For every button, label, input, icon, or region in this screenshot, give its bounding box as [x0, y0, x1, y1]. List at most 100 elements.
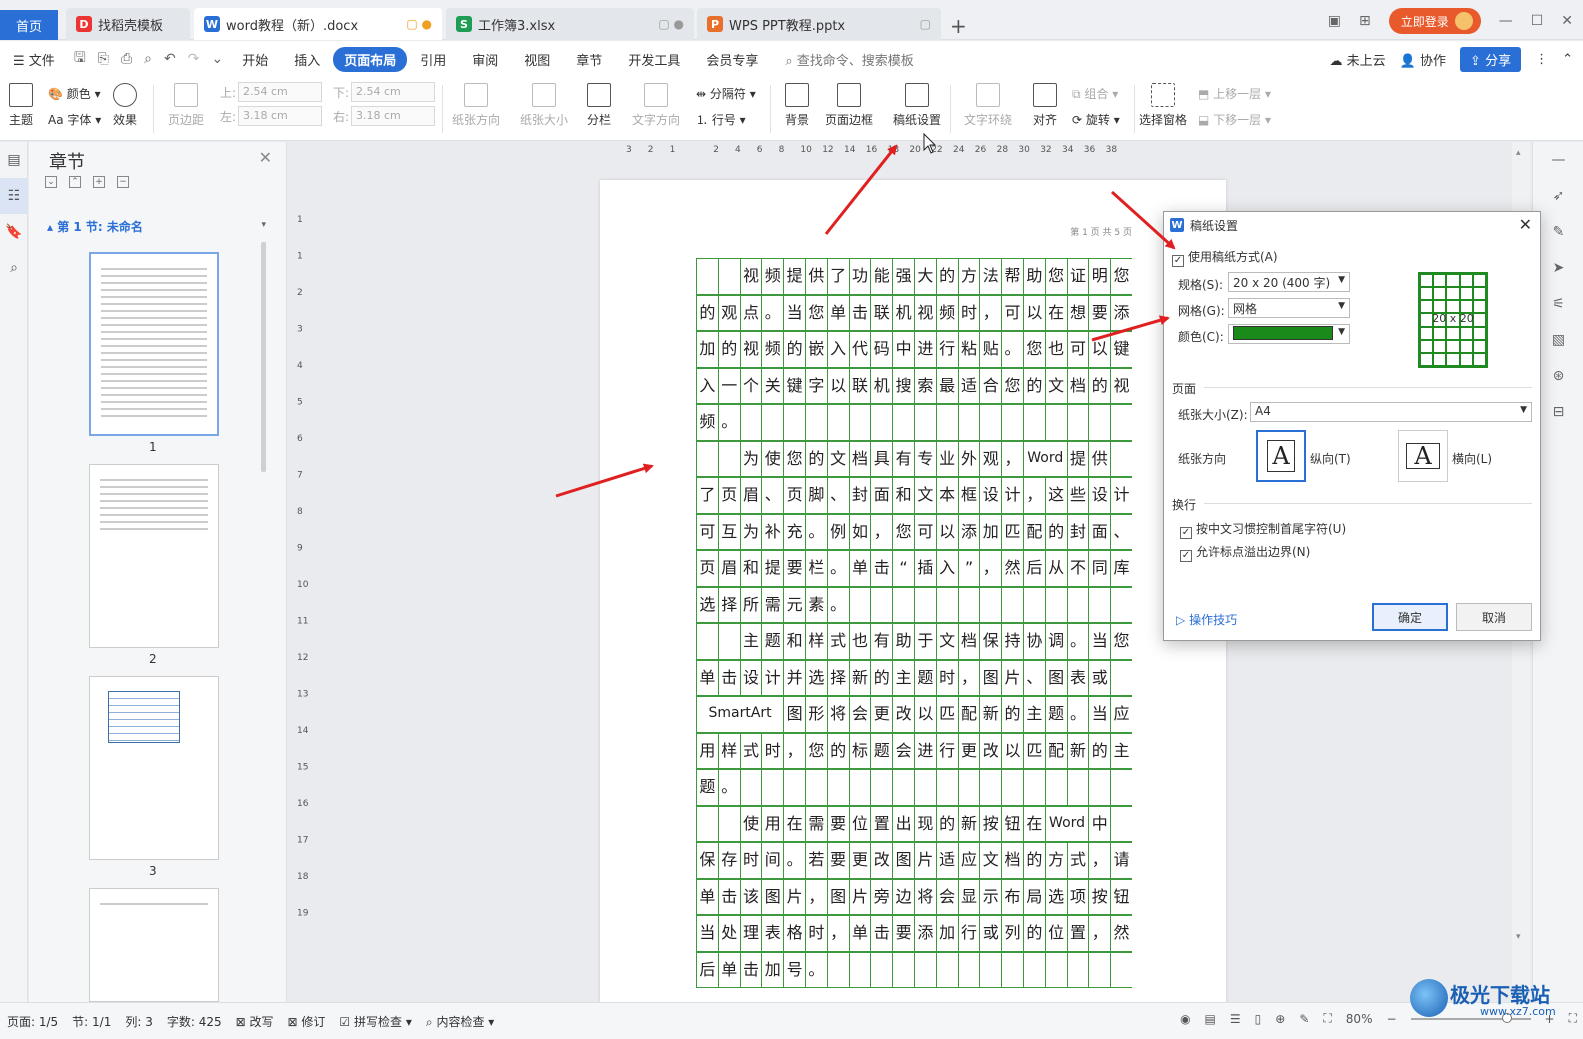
page-thumbnail[interactable]	[89, 252, 219, 436]
menu-review[interactable]: 审阅	[459, 46, 511, 73]
rocket-icon[interactable]: ➶	[1533, 178, 1583, 214]
menu-start[interactable]: 开始	[229, 46, 281, 73]
cloud-status[interactable]: ☁ 未上云	[1330, 50, 1386, 69]
bring-forward-button[interactable]: ⬒ 上移一层 ▾	[1198, 85, 1271, 102]
menu-member[interactable]: 会员专享	[693, 46, 771, 73]
save-icon[interactable]: 🖫	[68, 47, 92, 71]
unsaved-dot-icon[interactable]: ▢ ●	[406, 17, 432, 31]
scroll-down-icon[interactable]: ▾	[1516, 932, 1521, 942]
margin-top-input[interactable]: 2.54 cm	[238, 82, 322, 102]
chapter-nav-icon[interactable]: ☷	[0, 178, 28, 214]
page-view-icon[interactable]: ▤	[1205, 1012, 1216, 1026]
text-wrap-button[interactable]: 文字环绕	[960, 83, 1016, 128]
word-count[interactable]: 字数: 425	[160, 1013, 229, 1030]
pen-view-icon[interactable]: ✎	[1299, 1012, 1309, 1026]
page-thumbnail[interactable]	[89, 464, 219, 648]
menu-insert[interactable]: 插入	[281, 46, 333, 73]
add-tab-icon[interactable]: +	[950, 14, 967, 38]
collab-button[interactable]: 👤 协作	[1400, 50, 1446, 69]
close-window-icon[interactable]: ✕	[1561, 13, 1573, 29]
print-icon[interactable]: ⎙	[115, 51, 138, 67]
group-button[interactable]: ⧉ 组合 ▾	[1072, 85, 1118, 102]
background-button[interactable]: 背景	[780, 83, 814, 128]
section-item[interactable]: ▴ 第 1 节: 未命名	[47, 218, 143, 235]
fit-page-icon[interactable]: ⛶	[1323, 1011, 1331, 1026]
color-select[interactable]: ▼	[1228, 324, 1350, 344]
align-button[interactable]: 对齐	[1028, 83, 1062, 128]
undo-icon[interactable]: ↶	[158, 51, 182, 67]
dialog-titlebar[interactable]: W 稿纸设置	[1164, 212, 1540, 238]
read-view-icon[interactable]: ▯	[1255, 1012, 1262, 1026]
margin-button[interactable]: 页边距	[164, 83, 208, 128]
content-check-button[interactable]: ⌕ 内容检查 ▾	[419, 1013, 501, 1030]
text-direction-button[interactable]: 文字方向	[628, 83, 684, 128]
command-search[interactable]: ⌕ 查找命令、搜索模板	[785, 50, 913, 69]
tab-word-doc[interactable]: W word教程（新）.docx ▢ ●	[194, 8, 442, 40]
maximize-icon[interactable]: ☐	[1531, 13, 1544, 29]
scroll-up-icon[interactable]: ▴	[1516, 148, 1521, 158]
margin-right-input[interactable]: 3.18 cm	[351, 106, 435, 126]
breaks-button[interactable]: ⇹ 分隔符 ▾	[696, 85, 756, 102]
selection-pane-button[interactable]: 选择窗格	[1138, 83, 1188, 128]
manuscript-settings-button[interactable]: 稿纸设置	[892, 83, 942, 128]
send-backward-button[interactable]: ⬓ 下移一层 ▾	[1198, 111, 1271, 128]
tab-ppt[interactable]: P WPS PPT教程.pptx ▢	[697, 8, 941, 40]
margin-left-input[interactable]: 3.18 cm	[238, 106, 322, 126]
columns-button[interactable]: 分栏	[584, 83, 614, 128]
menu-references[interactable]: 引用	[407, 46, 459, 73]
spell-check-button[interactable]: ☑ 拼写检查 ▾	[332, 1013, 418, 1030]
vertical-ruler[interactable]: 112345678910111213141516171819	[294, 182, 308, 1002]
menu-view[interactable]: 视图	[511, 46, 563, 73]
margin-bottom-input[interactable]: 2.54 cm	[351, 82, 435, 102]
apps-grid-icon[interactable]: ⊞	[1359, 13, 1371, 29]
wrap-option-2-checkbox[interactable]: ✓ 允许标点溢出边界(N)	[1180, 543, 1310, 562]
section-dropdown-icon[interactable]: ▾	[261, 220, 266, 230]
collapse-all-icon[interactable]: ⌄	[45, 176, 57, 188]
use-manuscript-checkbox[interactable]: ✓ 使用稿纸方式(A)	[1172, 248, 1278, 267]
orientation-button[interactable]: 纸张方向	[448, 83, 504, 128]
zoom-out-icon[interactable]: −	[1386, 1012, 1396, 1026]
minus-icon[interactable]: —	[1533, 142, 1583, 178]
overwrite-toggle[interactable]: ⊠ 改写	[229, 1013, 281, 1030]
spec-select[interactable]: 20 x 20 (400 字) ▼	[1228, 272, 1350, 292]
track-changes-toggle[interactable]: ⊠ 修订	[281, 1013, 333, 1030]
close-icon[interactable]: ✕	[1519, 215, 1532, 234]
page-border-button[interactable]: 页面边框	[824, 83, 874, 128]
minimize-icon[interactable]: —	[1499, 13, 1513, 29]
tips-link[interactable]: ▷ 操作技巧	[1176, 611, 1237, 628]
page-thumbnail[interactable]	[89, 888, 219, 1002]
section-indicator[interactable]: 节: 1/1	[65, 1013, 118, 1030]
remove-section-icon[interactable]: −	[117, 176, 129, 188]
column-indicator[interactable]: 列: 3	[118, 1013, 160, 1030]
tab-close-icon[interactable]: ▢ ●	[658, 17, 684, 31]
font-button[interactable]: Aa 字体 ▾	[48, 111, 101, 128]
rotate-button[interactable]: ⟳ 旋转 ▾	[1072, 111, 1120, 128]
color-button[interactable]: 🎨 颜色 ▾	[48, 85, 101, 102]
landscape-option[interactable]: A	[1398, 430, 1448, 482]
export-icon[interactable]: ⎘	[92, 51, 115, 67]
panel-scrollbar[interactable]	[261, 242, 266, 472]
zoom-value[interactable]: 80%	[1346, 1012, 1373, 1026]
page-indicator[interactable]: 页面: 1/5	[0, 1013, 65, 1030]
page-thumbnail[interactable]	[89, 676, 219, 860]
grid-select[interactable]: 网格 ▼	[1228, 298, 1350, 318]
login-button[interactable]: 立即登录	[1388, 8, 1481, 34]
effect-button[interactable]: 效果	[110, 83, 140, 128]
add-section-icon[interactable]: +	[93, 176, 105, 188]
tab-excel[interactable]: S 工作簿3.xlsx ▢ ●	[446, 8, 694, 40]
wrap-option-1-checkbox[interactable]: ✓ 按中文习惯控制首尾字符(U)	[1180, 520, 1346, 539]
redo-icon[interactable]: ↷	[182, 51, 206, 67]
horizontal-ruler[interactable]: 3 2 1 2 4 6 8 10 12 14 16 18 20 22 24 26 28 30 32 34 36 38	[618, 142, 1178, 156]
collapse-ribbon-icon[interactable]: ⌃	[1562, 52, 1573, 67]
theme-button[interactable]: 主题	[6, 83, 36, 128]
paper-size-select[interactable]: A4 ▼	[1250, 402, 1532, 422]
file-menu[interactable]: ☰ 文件	[0, 46, 68, 73]
tab-docer[interactable]: D 找稻壳模板	[66, 8, 190, 40]
web-view-icon[interactable]: ⊕	[1275, 1012, 1285, 1026]
paper-size-button[interactable]: 纸张大小	[516, 83, 572, 128]
tab-home[interactable]: 首页	[0, 10, 58, 40]
preview-icon[interactable]: ⌕	[138, 51, 158, 67]
menu-chapter[interactable]: 章节	[563, 46, 615, 73]
close-icon[interactable]: ✕	[259, 148, 272, 167]
share-button[interactable]: ⇪ 分享	[1460, 47, 1522, 72]
